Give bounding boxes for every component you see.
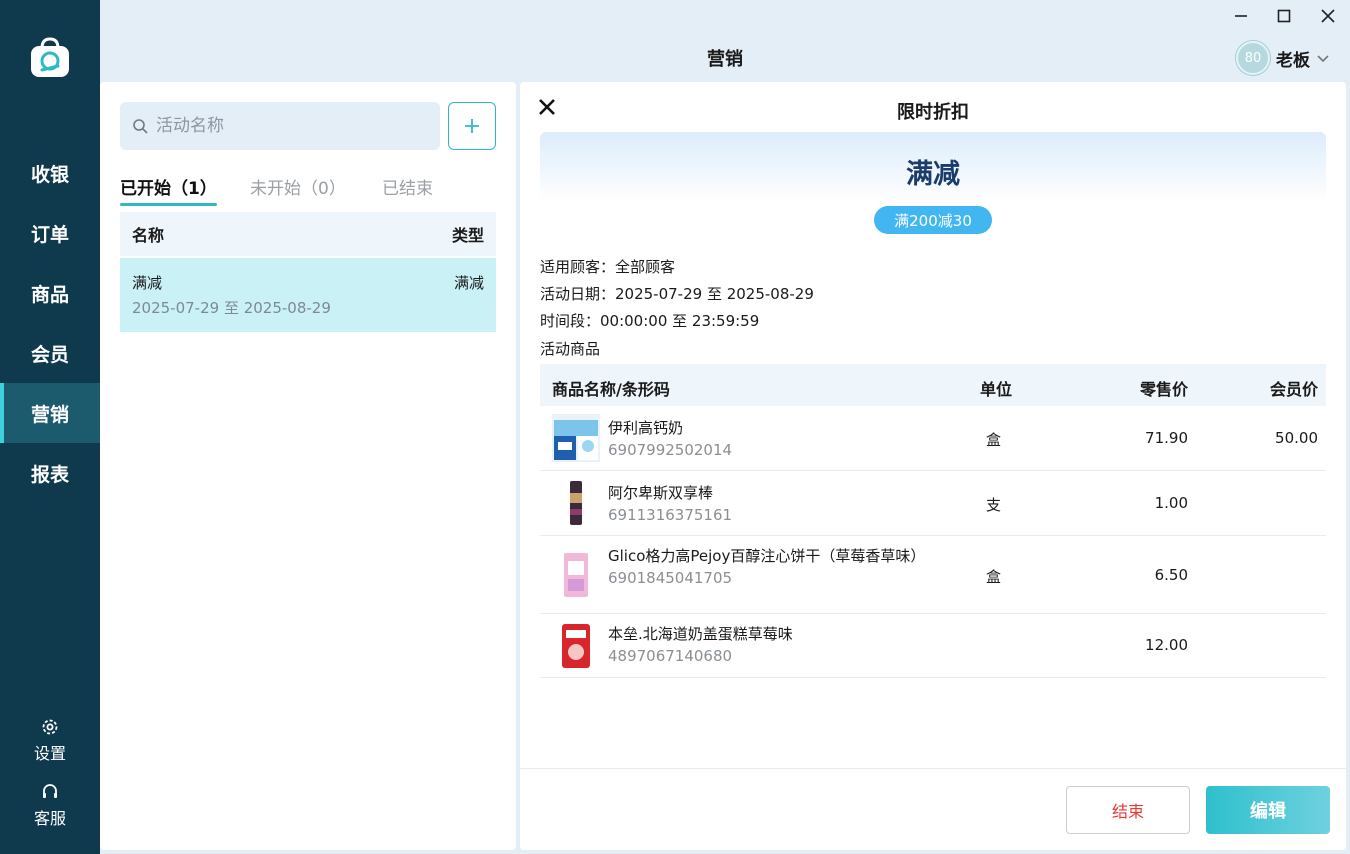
- tab-started[interactable]: 已开始（1）: [120, 174, 217, 206]
- product-name: Glico格力高Pejoy百醇注心饼干（草莓香草味）: [608, 547, 926, 565]
- close-icon: [1321, 9, 1335, 23]
- nav-item-marketing[interactable]: 营销: [0, 383, 100, 443]
- time-period: 时间段：00:00:00 至 23:59:59: [540, 312, 760, 330]
- close-window-button[interactable]: [1316, 6, 1340, 26]
- search-icon: [133, 119, 148, 134]
- banner-title: 满减: [906, 159, 960, 190]
- rule-badge: 满200减30: [874, 206, 992, 234]
- chevron-down-icon: [1317, 55, 1329, 63]
- product-name-cell: 阿尔卑斯双享棒 6911316375161: [608, 483, 926, 525]
- cake-pack-thumbnail: [552, 622, 600, 670]
- product-name: 本垒.北海道奶盖蛋糕草莓味: [608, 625, 793, 643]
- nav-item-members[interactable]: 会员: [0, 323, 100, 383]
- add-activity-button[interactable]: [448, 102, 496, 150]
- edit-activity-button[interactable]: 编辑: [1206, 786, 1330, 834]
- product-unit: 盒: [986, 568, 1002, 586]
- user-menu[interactable]: 80 老板: [1236, 40, 1330, 76]
- customer-service-button[interactable]: 客服: [0, 782, 100, 829]
- product-name-cell: Glico格力高Pejoy百醇注心饼干（草莓香草味） 6901845041705: [608, 546, 926, 588]
- product-member-price: 50.00: [1275, 429, 1318, 447]
- list-item[interactable]: 满减 满减 2025-07-29 至 2025-08-29: [120, 258, 496, 332]
- product-unit: 盒: [986, 431, 1002, 449]
- candy-stick-thumbnail: [552, 479, 600, 527]
- sidebar: 收银 订单 商品 会员 营销 报表 设置 客服: [0, 0, 100, 854]
- milk-box-thumbnail: [552, 414, 600, 462]
- applicable-customers: 适用顾客：全部顾客: [540, 258, 676, 276]
- activity-name: 满减: [132, 274, 163, 292]
- activity-detail-panel: 限时折扣 满减 满200减30 适用顾客：全部顾客 活动日期：2025-07-2…: [520, 82, 1346, 850]
- activity-type: 满减: [453, 274, 484, 292]
- user-name: 老板: [1276, 50, 1310, 71]
- product-name: 伊利高钙奶: [608, 419, 684, 437]
- avatar: 80: [1236, 41, 1270, 75]
- nav-item-products[interactable]: 商品: [0, 263, 100, 323]
- tab-ended[interactable]: 已结束: [382, 174, 433, 199]
- minimize-button[interactable]: [1229, 6, 1253, 26]
- detail-title: 限时折扣: [897, 102, 969, 123]
- table-row[interactable]: 阿尔卑斯双享棒 6911316375161 支 1.00: [540, 471, 1326, 536]
- column-unit: 单位: [980, 380, 1013, 399]
- tab-not-started[interactable]: 未开始（0）: [250, 174, 346, 199]
- settings-label: 设置: [33, 744, 66, 763]
- biscuit-box-thumbnail: [552, 551, 600, 599]
- product-barcode: 6911316375161: [608, 506, 733, 524]
- product-name: 阿尔卑斯双享棒: [608, 484, 714, 502]
- plus-icon: [465, 119, 479, 133]
- column-name: 名称: [132, 226, 165, 245]
- column-type: 类型: [451, 226, 484, 245]
- customer-service-label: 客服: [33, 809, 66, 828]
- search-input[interactable]: [156, 116, 426, 136]
- product-name-cell: 本垒.北海道奶盖蛋糕草莓味 4897067140680: [608, 624, 926, 666]
- nav-label: 收银: [30, 163, 69, 186]
- maximize-button[interactable]: [1272, 6, 1296, 26]
- product-retail-price: 71.90: [1145, 429, 1188, 447]
- nav-label: 商品: [30, 283, 69, 306]
- table-row[interactable]: 伊利高钙奶 6907992502014 盒 71.90 50.00: [540, 406, 1326, 471]
- list-header: 名称 类型: [120, 212, 496, 256]
- minimize-icon: [1235, 15, 1247, 17]
- column-retail-price: 零售价: [1139, 380, 1188, 399]
- nav-label: 营销: [30, 403, 69, 426]
- nav-label: 会员: [30, 343, 69, 366]
- headset-icon: [43, 784, 57, 798]
- products-section-label: 活动商品: [540, 340, 601, 358]
- nav-item-cashier[interactable]: 收银: [0, 143, 100, 203]
- avatar-text: 80: [1244, 50, 1262, 66]
- end-activity-button[interactable]: 结束: [1066, 786, 1190, 834]
- product-retail-price: 6.50: [1154, 566, 1188, 584]
- product-name-cell: 伊利高钙奶 6907992502014: [608, 418, 926, 460]
- nav-label: 订单: [30, 223, 69, 246]
- activity-banner: 满减: [540, 132, 1326, 202]
- nav-label: 报表: [30, 463, 69, 486]
- table-row[interactable]: Glico格力高Pejoy百醇注心饼干（草莓香草味） 6901845041705…: [540, 536, 1326, 614]
- column-member-price: 会员价: [1269, 380, 1318, 399]
- product-retail-price: 1.00: [1154, 494, 1188, 512]
- activity-date-range: 2025-07-29 至 2025-08-29: [132, 299, 331, 317]
- settings-button[interactable]: 设置: [0, 717, 100, 764]
- maximize-icon: [1277, 9, 1291, 23]
- footer-divider: [520, 768, 1346, 769]
- product-unit: 支: [986, 496, 1002, 514]
- shopping-bag-logo-icon: [31, 37, 69, 77]
- product-barcode: 6901845041705: [608, 569, 733, 587]
- gear-icon: [42, 719, 58, 735]
- table-row[interactable]: 本垒.北海道奶盖蛋糕草莓味 4897067140680 12.00: [540, 614, 1326, 678]
- product-barcode: 4897067140680: [608, 647, 733, 665]
- products-table-header: 商品名称/条形码 单位 零售价 会员价: [540, 364, 1326, 406]
- nav-item-reports[interactable]: 报表: [0, 443, 100, 503]
- search-box[interactable]: [120, 102, 440, 150]
- activity-list-panel: 已开始（1） 未开始（0） 已结束 名称 类型 满减 满减 2025-07-29…: [100, 82, 516, 850]
- product-retail-price: 12.00: [1145, 636, 1188, 654]
- page-title: 营销: [707, 49, 743, 70]
- column-product: 商品名称/条形码: [552, 380, 670, 399]
- activity-dates: 活动日期：2025-07-29 至 2025-08-29: [540, 285, 814, 303]
- nav-item-orders[interactable]: 订单: [0, 203, 100, 263]
- product-barcode: 6907992502014: [608, 441, 733, 459]
